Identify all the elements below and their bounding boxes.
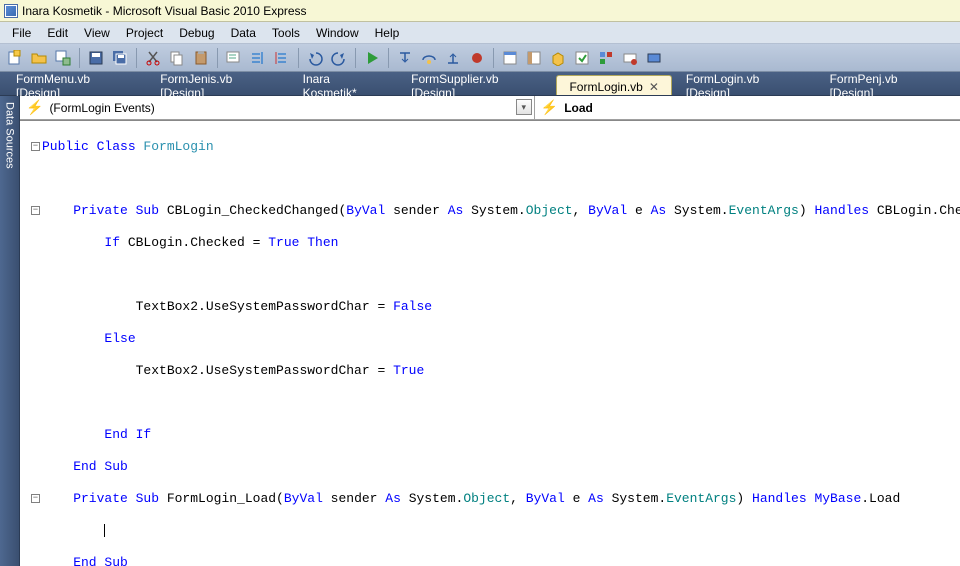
undo-icon[interactable]	[304, 47, 326, 69]
tab-formpenj-design[interactable]: FormPenj.vb [Design]	[818, 75, 954, 95]
copy-icon[interactable]	[166, 47, 188, 69]
close-icon[interactable]: ✕	[649, 80, 659, 94]
breakpoints-icon[interactable]	[466, 47, 488, 69]
code-editor[interactable]: −Public Class FormLogin − Private Sub CB…	[20, 120, 960, 566]
document-tabs: FormMenu.vb [Design] FormJenis.vb [Desig…	[0, 72, 960, 96]
tab-formlogin-code[interactable]: FormLogin.vb✕	[556, 75, 671, 95]
menu-view[interactable]: View	[76, 24, 118, 42]
tab-formlogin-design[interactable]: FormLogin.vb [Design]	[674, 75, 816, 95]
step-over-icon[interactable]	[418, 47, 440, 69]
menu-project[interactable]: Project	[118, 24, 171, 42]
outline-collapse-icon[interactable]: −	[31, 494, 40, 503]
member-selectors: ⚡ (FormLogin Events) ▾ ⚡ Load ▾	[20, 96, 960, 120]
code-editor-zone: ⚡ (FormLogin Events) ▾ ⚡ Load ▾ −Public …	[20, 96, 960, 566]
menu-help[interactable]: Help	[367, 24, 408, 42]
text-caret	[104, 524, 105, 537]
lightning-icon: ⚡	[541, 99, 558, 116]
cut-icon[interactable]	[142, 47, 164, 69]
class-selector-value: (FormLogin Events)	[49, 101, 154, 115]
window2-icon[interactable]	[523, 47, 545, 69]
app-icon	[4, 4, 18, 18]
window-title: Inara Kosmetik - Microsoft Visual Basic …	[22, 4, 307, 18]
add-item-icon[interactable]	[52, 47, 74, 69]
window1-icon[interactable]	[499, 47, 521, 69]
open-icon[interactable]	[28, 47, 50, 69]
tab-formjenis-design[interactable]: FormJenis.vb [Design]	[148, 75, 288, 95]
object-browser-icon[interactable]	[595, 47, 617, 69]
lightning-icon: ⚡	[26, 99, 43, 116]
title-bar: Inara Kosmetik - Microsoft Visual Basic …	[0, 0, 960, 22]
find-icon[interactable]	[223, 47, 245, 69]
menu-data[interactable]: Data	[223, 24, 264, 42]
uncomment-icon[interactable]	[271, 47, 293, 69]
menu-bar: File Edit View Project Debug Data Tools …	[0, 22, 960, 44]
tab-formmenu-design[interactable]: FormMenu.vb [Design]	[4, 75, 146, 95]
paste-icon[interactable]	[190, 47, 212, 69]
menu-debug[interactable]: Debug	[171, 24, 222, 42]
comment-icon[interactable]	[247, 47, 269, 69]
class-selector[interactable]: ⚡ (FormLogin Events) ▾	[20, 96, 535, 119]
tab-inara-kosmetik[interactable]: Inara Kosmetik*	[291, 75, 398, 95]
save-all-icon[interactable]	[109, 47, 131, 69]
menu-file[interactable]: File	[4, 24, 39, 42]
outline-collapse-icon[interactable]: −	[31, 142, 40, 151]
method-selector-value: Load	[564, 101, 593, 115]
new-project-icon[interactable]	[4, 47, 26, 69]
save-icon[interactable]	[85, 47, 107, 69]
properties-icon[interactable]	[571, 47, 593, 69]
menu-window[interactable]: Window	[308, 24, 367, 42]
step-out-icon[interactable]	[442, 47, 464, 69]
outline-collapse-icon[interactable]: −	[31, 206, 40, 215]
extensions-icon[interactable]	[619, 47, 641, 69]
more-icon[interactable]	[643, 47, 665, 69]
redo-icon[interactable]	[328, 47, 350, 69]
tab-formsupplier-design[interactable]: FormSupplier.vb [Design]	[399, 75, 554, 95]
chevron-down-icon[interactable]: ▾	[516, 99, 532, 115]
menu-tools[interactable]: Tools	[264, 24, 308, 42]
step-into-icon[interactable]	[394, 47, 416, 69]
toolbar	[0, 44, 960, 72]
data-sources-panel[interactable]: Data Sources	[0, 96, 20, 566]
method-selector[interactable]: ⚡ Load ▾	[535, 96, 960, 119]
toolbox-icon[interactable]	[547, 47, 569, 69]
data-sources-label: Data Sources	[4, 102, 16, 169]
menu-edit[interactable]: Edit	[39, 24, 76, 42]
start-debug-icon[interactable]	[361, 47, 383, 69]
